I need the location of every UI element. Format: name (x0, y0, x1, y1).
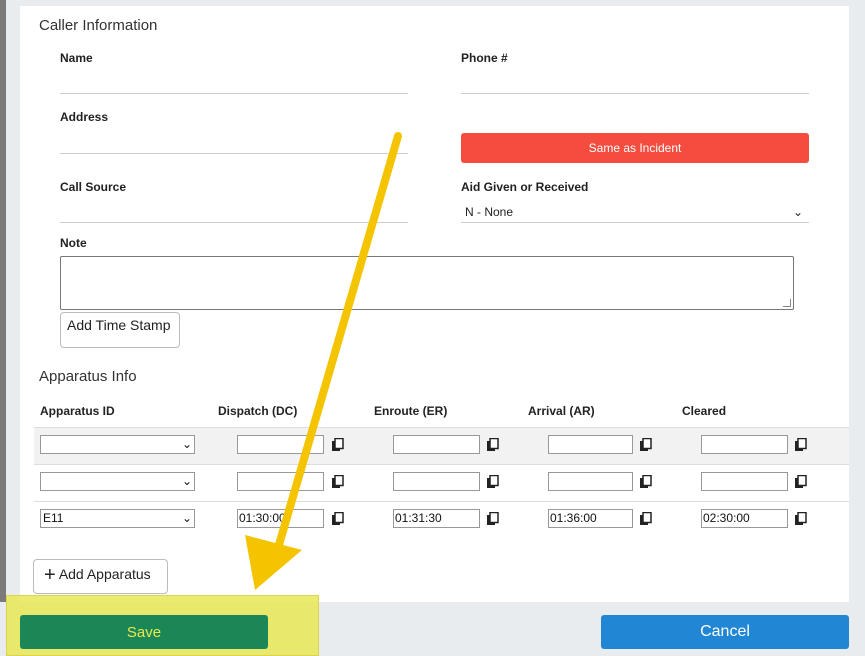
same-as-incident-button[interactable]: Same as Incident (461, 133, 809, 163)
add-time-stamp-button[interactable]: Add Time Stamp (60, 312, 180, 348)
note-label: Note (60, 236, 87, 250)
copy-icon[interactable] (486, 475, 500, 489)
chevron-down-icon: ⌄ (181, 511, 192, 525)
copy-icon[interactable] (486, 512, 500, 526)
dispatch-time-input[interactable] (237, 472, 324, 491)
aid-label: Aid Given or Received (461, 180, 589, 194)
dispatch-time-input[interactable] (237, 435, 324, 454)
resize-handle-icon[interactable] (783, 299, 791, 307)
address-input[interactable] (60, 153, 408, 154)
phone-label: Phone # (461, 51, 508, 65)
copy-icon[interactable] (639, 475, 653, 489)
col-apparatus-id: Apparatus ID (40, 404, 115, 418)
apparatus-id-select[interactable]: ⌄ (40, 472, 195, 491)
note-textarea[interactable] (60, 256, 794, 310)
copy-icon[interactable] (331, 512, 345, 526)
col-arrival: Arrival (AR) (528, 404, 595, 418)
enroute-time-input[interactable]: 01:31:30 (393, 509, 480, 528)
apparatus-id-select[interactable]: ⌄ (40, 435, 195, 454)
apparatus-info-title: Apparatus Info (39, 368, 137, 385)
arrival-time-input[interactable] (548, 435, 633, 454)
col-cleared: Cleared (682, 404, 727, 418)
name-input[interactable] (60, 93, 408, 94)
name-label: Name (60, 51, 93, 65)
copy-icon[interactable] (331, 438, 345, 452)
aid-select-value: N - None (465, 205, 514, 219)
row-divider (34, 501, 849, 502)
add-apparatus-label: Add Apparatus (58, 566, 151, 582)
row-divider (34, 464, 849, 465)
col-dispatch: Dispatch (DC) (218, 404, 298, 418)
arrival-time-input[interactable] (548, 472, 633, 491)
copy-icon[interactable] (331, 475, 345, 489)
copy-icon[interactable] (794, 438, 808, 452)
plus-icon: + (44, 564, 56, 586)
chevron-down-icon: ⌄ (181, 437, 192, 451)
copy-icon[interactable] (486, 438, 500, 452)
cleared-time-input[interactable] (701, 472, 788, 491)
enroute-time-input[interactable] (393, 472, 480, 491)
caller-info-title: Caller Information (39, 17, 158, 34)
copy-icon[interactable] (794, 475, 808, 489)
add-apparatus-button[interactable]: + Add Apparatus (33, 559, 168, 594)
call-source-input[interactable] (60, 222, 408, 223)
copy-icon[interactable] (639, 512, 653, 526)
address-label: Address (60, 110, 109, 124)
copy-icon[interactable] (639, 438, 653, 452)
dispatch-time-input[interactable]: 01:30:00 (237, 509, 324, 528)
apparatus-id-value: E11 (43, 511, 64, 525)
call-source-label: Call Source (60, 180, 127, 194)
chevron-down-icon: ⌄ (181, 474, 192, 488)
phone-input[interactable] (461, 93, 809, 94)
enroute-time-input[interactable] (393, 435, 480, 454)
arrival-time-input[interactable]: 01:36:00 (548, 509, 633, 528)
add-time-stamp-label: Add Time Stamp (67, 317, 171, 333)
chevron-down-icon: ⌄ (793, 205, 804, 219)
cancel-button[interactable]: Cancel (601, 615, 849, 649)
col-enroute: Enroute (ER) (374, 404, 448, 418)
aid-select-underline (461, 222, 809, 223)
cleared-time-input[interactable] (701, 435, 788, 454)
copy-icon[interactable] (794, 512, 808, 526)
save-button[interactable]: Save (20, 615, 268, 649)
apparatus-id-select[interactable]: E11 ⌄ (40, 509, 195, 528)
form-panel: Caller Information Name Phone # Address … (20, 6, 849, 602)
cleared-time-input[interactable]: 02:30:00 (701, 509, 788, 528)
